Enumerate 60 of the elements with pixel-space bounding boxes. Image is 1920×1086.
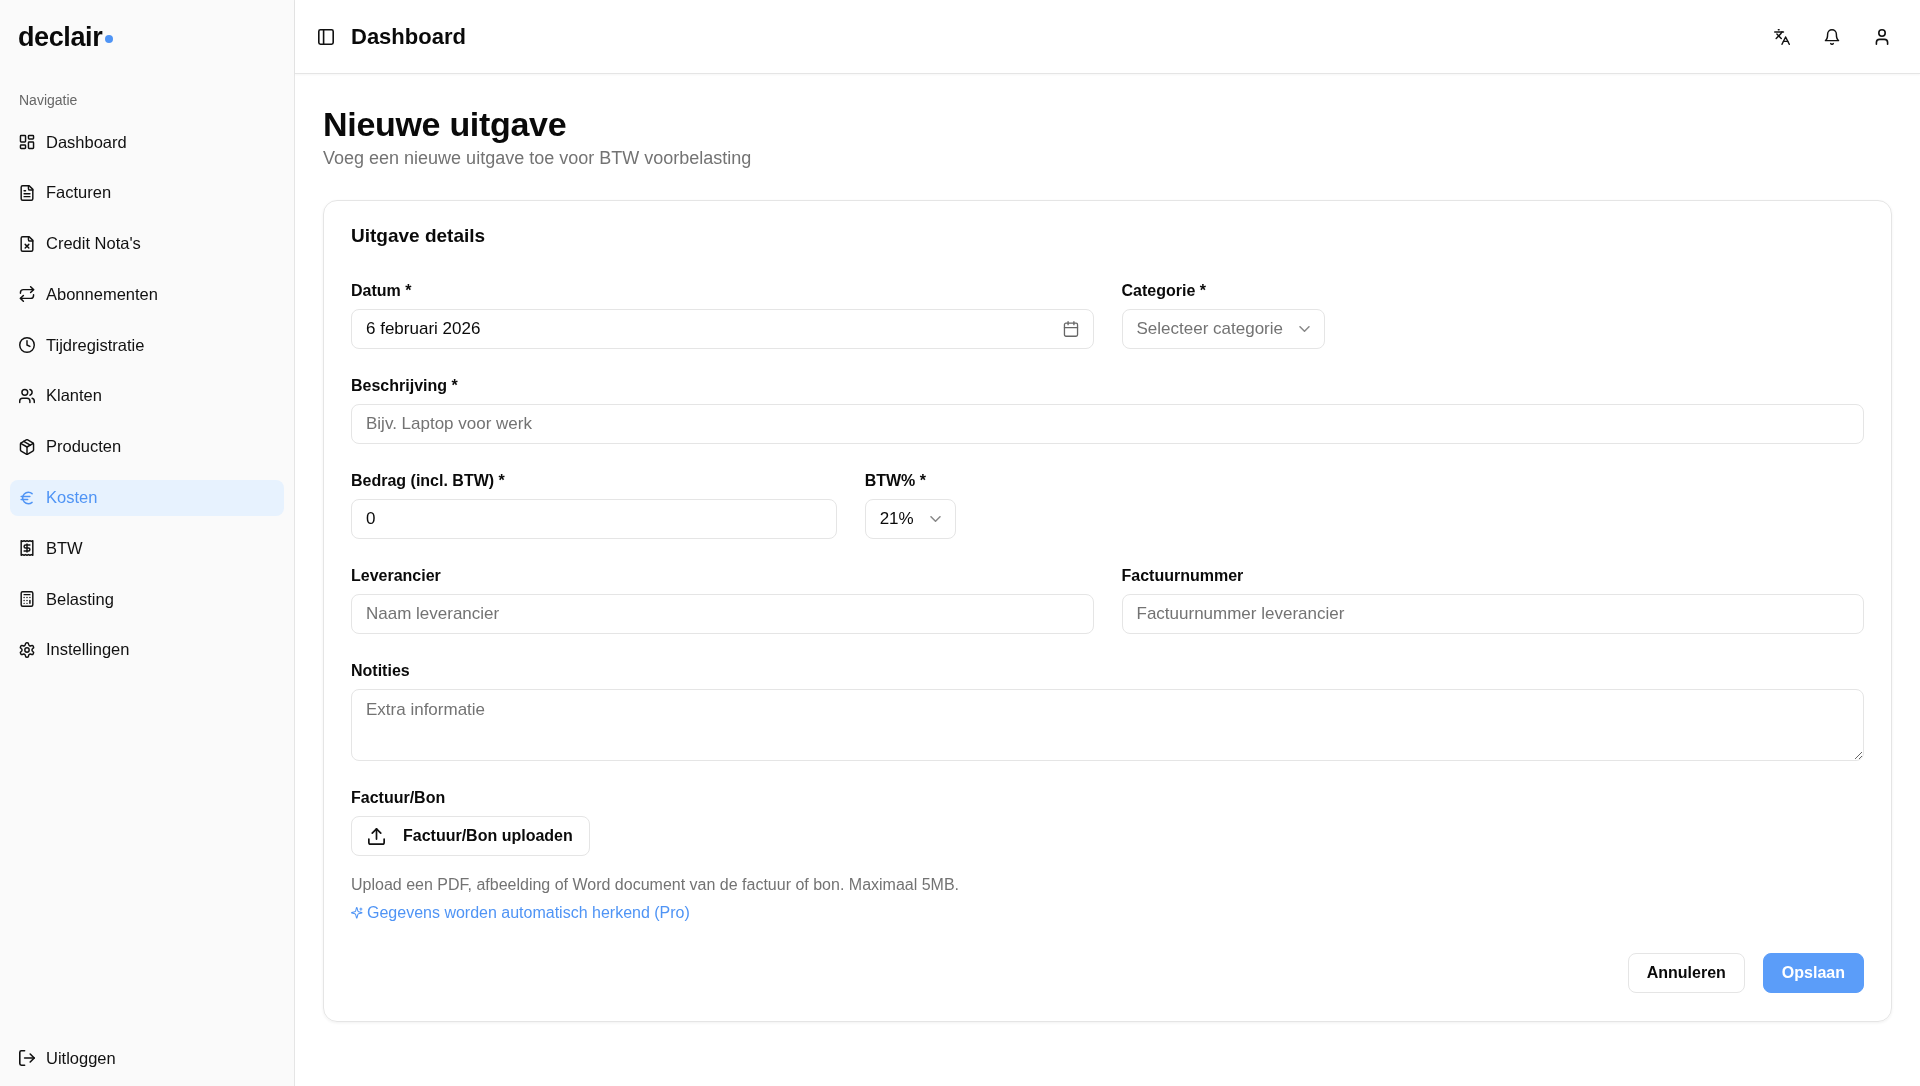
field-label: Datum *: [351, 281, 412, 301]
dropdown[interactable]: Selecteer categorie: [1121, 309, 1325, 349]
settings-icon: [19, 641, 35, 658]
page-title: Nieuwe uitgave: [323, 105, 568, 143]
nav-item[interactable]: Credit Nota's: [10, 225, 284, 262]
users-icon: [19, 388, 35, 404]
nav-item[interactable]: Tijdregistratie: [10, 327, 284, 364]
field-label: Categorie *: [1121, 281, 1206, 301]
ai-recognition-note: Gegevens worden automatisch herkend (Pro): [367, 903, 690, 923]
text-field[interactable]: Bijv. Laptop voor werk: [351, 404, 1864, 444]
calendar-icon: [1062, 321, 1079, 337]
logo-text: declair: [18, 21, 103, 54]
nav-item[interactable]: Belasting: [10, 581, 284, 618]
document-x-icon: [19, 235, 35, 252]
upload-button[interactable]: Factuur/Bon uploaden: [351, 816, 590, 856]
grid-icon: [19, 134, 35, 150]
user-icon[interactable]: [1874, 28, 1890, 45]
logo-dot-icon: [105, 35, 114, 43]
field-label: Factuur/Bon: [351, 788, 446, 808]
sidebar-toggle-icon[interactable]: [318, 28, 334, 45]
date-field[interactable]: 6 februari 2026: [351, 309, 1094, 349]
logout-link[interactable]: Uitloggen: [10, 1040, 125, 1076]
nav-item[interactable]: Producten: [10, 428, 284, 465]
dropdown[interactable]: 21%: [864, 499, 956, 539]
clock-icon: [19, 337, 35, 354]
chevron-down-icon: [1299, 326, 1310, 332]
logout-icon: [19, 1050, 35, 1066]
textarea-field[interactable]: Extra informatie: [351, 689, 1864, 761]
calculator-icon: [19, 591, 35, 608]
upload-hint: Upload een PDF, afbeelding of Word document van de factuur of bon. Maximaal 5MB.: [351, 875, 961, 895]
field-label: Beschrijving *: [351, 376, 458, 396]
cancel-button[interactable]: Annuleren: [1627, 953, 1745, 993]
nav-item[interactable]: Facturen: [10, 174, 284, 211]
page-subtitle: Voeg een nieuwe uitgave toe voor BTW voorbelasting: [323, 147, 753, 169]
text-field[interactable]: Factuurnummer leverancier: [1121, 594, 1864, 634]
nav-item[interactable]: Abonnementen: [10, 276, 284, 313]
bell-icon[interactable]: [1824, 28, 1840, 45]
field-label: Bedrag (incl. BTW) *: [351, 471, 505, 491]
document-icon: [19, 184, 35, 201]
text-field[interactable]: Naam leverancier: [351, 594, 1094, 634]
upload-icon: [368, 827, 385, 845]
nav-item[interactable]: BTW: [10, 530, 284, 567]
chevron-down-icon: [929, 516, 941, 522]
text-field[interactable]: 0: [351, 499, 837, 539]
nav-item[interactable]: Instellingen: [10, 631, 284, 668]
field-label: Factuurnummer: [1121, 566, 1244, 586]
sparkles-icon: [351, 907, 363, 919]
field-label: BTW% *: [864, 471, 926, 491]
field-label: Leverancier: [351, 566, 441, 586]
repeat-arrows-icon: [19, 286, 35, 303]
card-title: Uitgave details: [351, 224, 487, 248]
translate-icon[interactable]: [1774, 28, 1790, 45]
field-label: Notities: [351, 661, 410, 681]
package-icon: [19, 438, 35, 455]
euro-icon: [19, 489, 35, 506]
receipt-icon: [19, 540, 35, 557]
nav-item[interactable]: Dashboard: [10, 124, 284, 160]
section-label: Navigatie: [18, 91, 78, 109]
nav-item[interactable]: Klanten: [10, 378, 284, 414]
topbar-title: Dashboard: [351, 22, 466, 51]
